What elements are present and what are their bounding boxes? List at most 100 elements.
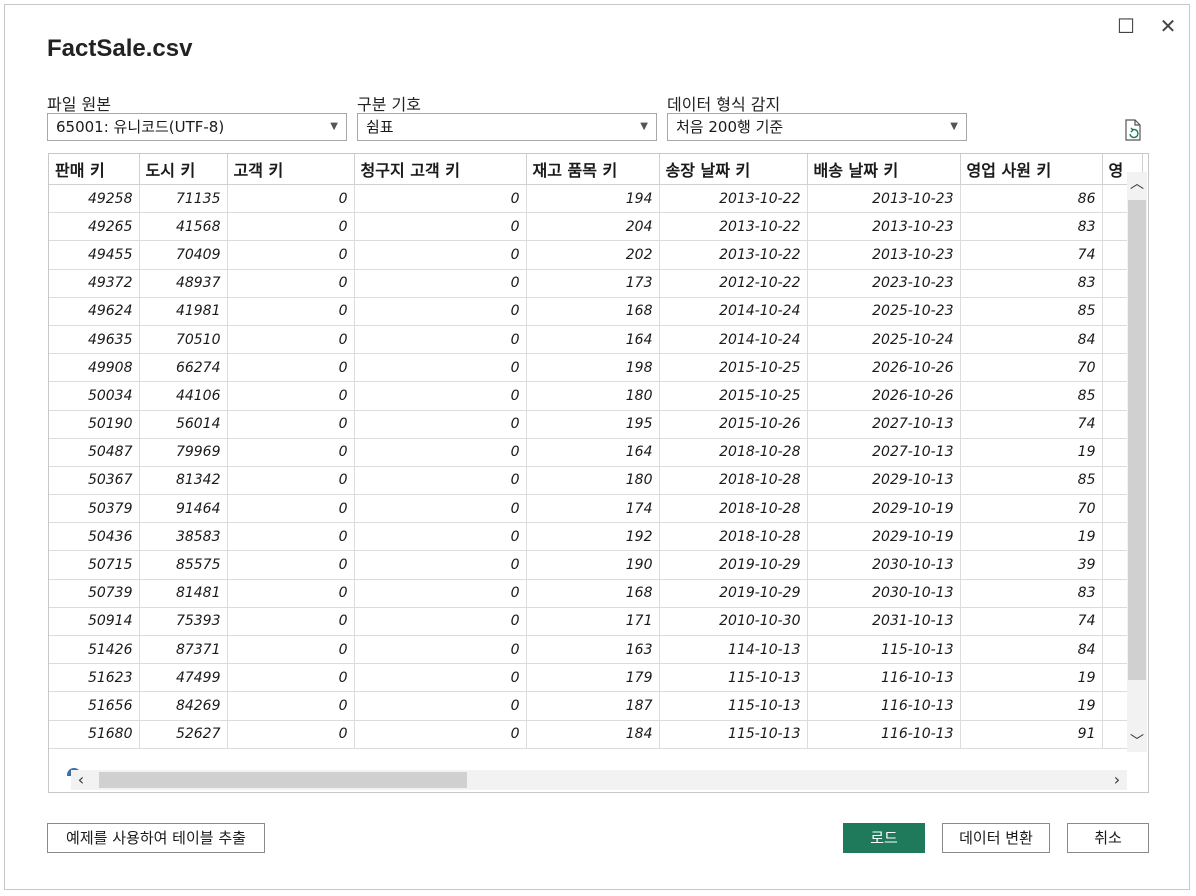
table-cell: 91 [960,720,1103,749]
table-cell: 48937 [139,269,228,298]
table-cell: 50034 [49,381,140,411]
table-cell: 163 [526,635,660,665]
column-header[interactable]: 배송 날짜 키 [807,154,961,185]
table-cell: 0 [227,579,355,608]
table-cell: 2026-10-26 [807,353,961,383]
table-cell: 164 [526,325,660,355]
table-cell: 49455 [49,240,140,270]
table-cell: 50715 [49,550,140,580]
table-cell: 2014-10-24 [659,297,808,326]
file-origin-value: 65001: 유니코드(UTF-8) [56,118,225,136]
table-cell: 19 [960,522,1103,552]
table-cell: 2031-10-13 [807,607,961,637]
table-cell: 84269 [139,691,228,721]
scroll-up-icon[interactable]: ︿ [1127,174,1147,194]
column-header[interactable]: 영업 사원 키 [960,154,1103,185]
table-row: 50190 56014 0 0 195 2015-10-26 2027-10-13 74 [49,410,1143,439]
scroll-down-icon[interactable]: ﹀ [1127,732,1147,752]
extract-table-button[interactable]: 예제를 사용하여 테이블 추출 [47,823,265,853]
table-cell: 85 [960,381,1103,411]
table-cell: 180 [526,381,660,411]
column-header[interactable]: 도시 키 [139,154,228,185]
column-header[interactable]: 재고 품목 키 [526,154,660,185]
refresh-file-icon[interactable] [1123,119,1143,141]
table-cell: 2025-10-24 [807,325,961,355]
vertical-scroll-thumb[interactable] [1128,200,1146,680]
scroll-left-icon[interactable]: ‹ [71,770,91,790]
table-cell: 171 [526,607,660,637]
scroll-right-icon[interactable]: › [1107,770,1127,790]
column-header[interactable]: 청구지 고객 키 [354,154,527,185]
table-cell: 51623 [49,663,140,693]
table-cell: 85 [960,466,1103,496]
table-cell: 0 [354,438,527,467]
file-origin-select[interactable]: 65001: 유니코드(UTF-8) ▼ [47,113,347,141]
table-cell: 47499 [139,663,228,693]
table-cell: 2029-10-19 [807,494,961,524]
table-row: 49265 41568 0 0 204 2013-10-22 2013-10-23 83 [49,212,1143,242]
table-cell: 0 [227,297,355,326]
table-cell: 70 [960,494,1103,524]
table-cell: 0 [354,240,527,270]
table-cell: 168 [526,579,660,608]
table-cell: 19 [960,438,1103,467]
table-cell: 2010-10-30 [659,607,808,637]
table-cell: 51680 [49,720,140,749]
table-cell: 0 [354,607,527,637]
table-cell: 192 [526,522,660,552]
detect-select[interactable]: 처음 200행 기준 ▼ [667,113,967,141]
vertical-scrollbar[interactable]: ︿ ﹀ [1127,172,1147,752]
delimiter-select[interactable]: 쉼표 ▼ [357,113,657,141]
column-header[interactable]: 판매 키 [49,154,140,185]
load-button[interactable]: 로드 [843,823,925,853]
table-cell: 84 [960,325,1103,355]
table-cell: 0 [354,466,527,496]
table-row: 49455 70409 0 0 202 2013-10-22 2013-10-23 74 [49,240,1143,270]
table-cell: 74 [960,410,1103,439]
table-cell: 115-10-13 [659,691,808,721]
close-icon[interactable]: ✕ [1153,11,1183,41]
cancel-button[interactable]: 취소 [1067,823,1149,853]
table-row: 50367 81342 0 0 180 2018-10-28 2029-10-13 85 [49,466,1143,496]
column-header[interactable]: 고객 키 [227,154,355,185]
horizontal-scrollbar[interactable]: ‹ › [71,770,1127,790]
table-cell: 70510 [139,325,228,355]
table-cell: 70 [960,353,1103,383]
table-cell: 83 [960,579,1103,608]
table-cell: 49372 [49,269,140,298]
table-cell: 0 [227,269,355,298]
chevron-down-icon: ▼ [330,121,338,132]
table-cell: 19 [960,691,1103,721]
table-cell: 0 [354,522,527,552]
table-cell: 2013-10-22 [659,184,808,214]
table-row: 50739 81481 0 0 168 2019-10-29 2030-10-13 83 [49,579,1143,608]
table-row: 49635 70510 0 0 164 2014-10-24 2025-10-24 84 [49,325,1143,355]
table-cell: 50739 [49,579,140,608]
table-row: 49624 41981 0 0 168 2014-10-24 2025-10-23 85 [49,297,1143,326]
table-cell: 0 [227,212,355,242]
transform-data-button[interactable]: 데이터 변환 [942,823,1050,853]
table-cell: 0 [227,550,355,580]
table-cell: 49908 [49,353,140,383]
table-cell: 49258 [49,184,140,214]
table-cell: 84 [960,635,1103,665]
table-cell: 2015-10-25 [659,381,808,411]
column-header[interactable]: 송장 날짜 키 [659,154,808,185]
table-cell: 164 [526,438,660,467]
table-cell: 0 [227,438,355,467]
horizontal-scroll-thumb[interactable] [99,772,467,788]
table-cell: 2027-10-13 [807,438,961,467]
maximize-icon[interactable]: ☐ [1111,11,1141,41]
table-cell: 49635 [49,325,140,355]
table-row: 49908 66274 0 0 198 2015-10-25 2026-10-26 70 [49,353,1143,383]
table-cell: 51426 [49,635,140,665]
table-cell: 49624 [49,297,140,326]
table-cell: 0 [227,381,355,411]
table-cell: 87371 [139,635,228,665]
table-cell: 0 [354,212,527,242]
table-cell: 0 [227,353,355,383]
table-cell: 2013-10-22 [659,240,808,270]
table-cell: 194 [526,184,660,214]
table-cell: 56014 [139,410,228,439]
table-cell: 0 [354,720,527,749]
